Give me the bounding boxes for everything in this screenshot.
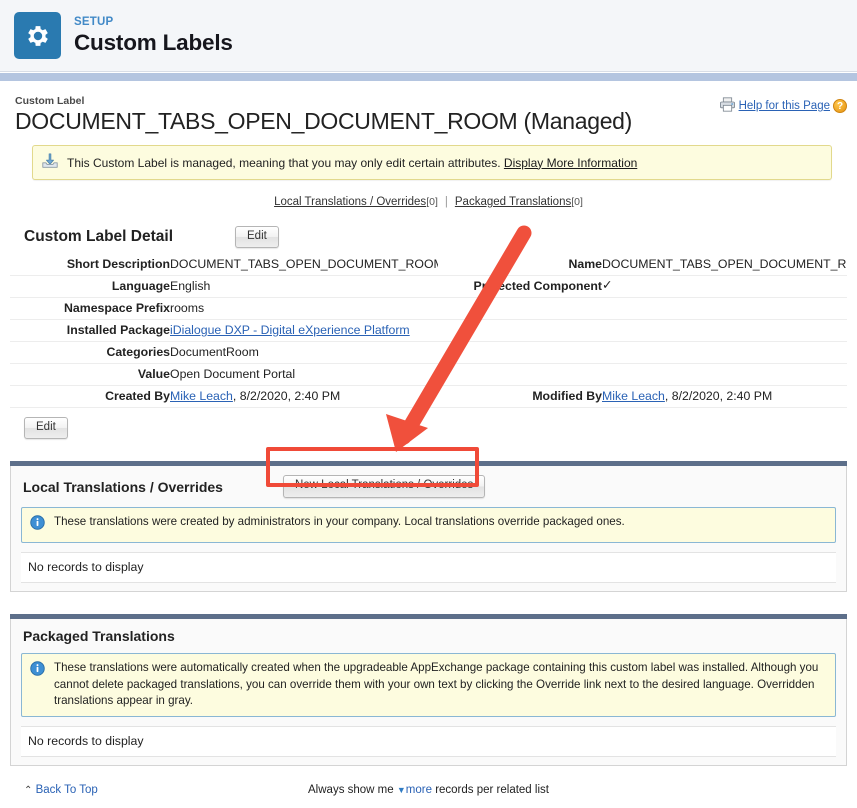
field-value-empty-5 xyxy=(602,341,847,365)
field-value-empty-3 xyxy=(602,297,847,321)
setup-header-text: SETUP Custom Labels xyxy=(74,16,233,55)
managed-banner-message: This Custom Label is managed, meaning th… xyxy=(67,155,501,170)
managed-label-banner: This Custom Label is managed, meaning th… xyxy=(32,145,832,180)
detail-row: Namespace Prefix rooms xyxy=(10,297,847,321)
packaged-translations-empty-state: No records to display xyxy=(21,726,836,758)
always-show-prefix: Always show me xyxy=(308,784,394,797)
packaged-translations-info-box: These translations were automatically cr… xyxy=(21,653,836,718)
field-value-language: English xyxy=(170,275,438,299)
field-label-created-by: Created By xyxy=(10,385,170,409)
packaged-translations-info-text: These translations were automatically cr… xyxy=(54,661,819,708)
detail-row: Value Open Document Portal xyxy=(10,363,847,387)
detail-row: Language English Protected Component ✓ xyxy=(10,275,847,299)
created-by-user-link[interactable]: Mike Leach xyxy=(170,389,233,403)
help-link-label[interactable]: Help for this Page xyxy=(739,100,830,112)
field-label-value: Value xyxy=(10,363,170,387)
triangle-down-icon[interactable]: ▼ xyxy=(397,785,406,795)
local-translations-body: Local Translations / Overrides New Local… xyxy=(10,466,847,593)
related-list-anchor-links: Local Translations / Overrides[0] | Packag… xyxy=(10,180,847,208)
field-value-name: DOCUMENT_TABS_OPEN_DOCUMENT_ROOM xyxy=(602,254,847,277)
packaged-translations-panel: Packaged Translations These translations… xyxy=(10,614,847,767)
anchor-separator: | xyxy=(444,196,448,208)
field-value-short-description: DOCUMENT_TABS_OPEN_DOCUMENT_ROOM xyxy=(170,254,438,277)
printer-icon[interactable] xyxy=(719,97,736,115)
always-show-suffix: records per related list xyxy=(435,784,549,797)
anchor-packaged-translations[interactable]: Packaged Translations xyxy=(455,196,571,208)
field-label-short-description: Short Description xyxy=(10,254,170,277)
packaged-translations-title: Packaged Translations xyxy=(23,628,175,645)
packaged-translations-body: Packaged Translations These translations… xyxy=(10,619,847,767)
modified-by-timestamp: , 8/2/2020, 2:40 PM xyxy=(664,389,773,404)
header-accent-band xyxy=(0,72,857,81)
detail-row: Created By Mike Leach, 8/2/2020, 2:40 PM… xyxy=(10,385,847,409)
packaged-translations-header: Packaged Translations xyxy=(11,619,846,654)
managed-banner-text: This Custom Label is managed, meaning th… xyxy=(67,156,637,170)
anchor-packaged-count: [0] xyxy=(571,196,583,208)
local-translations-header: Local Translations / Overrides New Local… xyxy=(11,466,846,507)
display-more-information-link[interactable]: Display More Information xyxy=(504,156,637,170)
field-value-categories: DocumentRoom xyxy=(170,341,438,365)
field-value-installed-package: iDialogue DXP - Digital eXperience Platf… xyxy=(170,319,438,343)
setup-header: SETUP Custom Labels xyxy=(0,0,857,72)
installed-package-link[interactable]: iDialogue DXP - Digital eXperience Platf… xyxy=(170,323,410,337)
field-value-modified-by: Mike Leach, 8/2/2020, 2:40 PM xyxy=(602,385,847,409)
info-circle-icon xyxy=(30,661,45,681)
local-translations-info-text: These translations were created by admin… xyxy=(54,514,625,528)
detail-footer-actions: Edit xyxy=(10,408,847,440)
custom-label-detail-header: Custom Label Detail Edit xyxy=(10,208,847,254)
field-label-installed-package: Installed Package xyxy=(10,319,170,343)
field-label-modified-by: Modified By xyxy=(438,385,602,409)
edit-button-bottom[interactable]: Edit xyxy=(24,417,68,440)
field-label-empty-3 xyxy=(438,297,602,321)
field-value-created-by: Mike Leach, 8/2/2020, 2:40 PM xyxy=(170,385,438,409)
setup-gear-tile xyxy=(14,12,61,59)
field-label-empty-6 xyxy=(438,363,602,387)
created-by-timestamp: , 8/2/2020, 2:40 PM xyxy=(232,389,341,404)
page-title: Custom Labels xyxy=(74,30,233,56)
anchor-local-count: [0] xyxy=(426,196,438,208)
detail-row: Categories DocumentRoom xyxy=(10,341,847,365)
local-translations-info-box: These translations were created by admin… xyxy=(21,506,836,544)
custom-label-detail-table: Short Description DOCUMENT_TABS_OPEN_DOC… xyxy=(10,254,847,409)
field-label-empty-5 xyxy=(438,341,602,365)
field-value-value: Open Document Portal xyxy=(170,363,438,387)
detail-row: Short Description DOCUMENT_TABS_OPEN_DOC… xyxy=(10,254,847,277)
setup-eyebrow: SETUP xyxy=(74,16,114,29)
package-install-icon xyxy=(41,152,59,173)
field-value-namespace-prefix: rooms xyxy=(170,297,438,321)
gear-icon xyxy=(24,22,52,50)
local-translations-panel: Local Translations / Overrides New Local… xyxy=(10,461,847,593)
edit-button-top[interactable]: Edit xyxy=(235,226,279,249)
more-records-link[interactable]: more xyxy=(406,784,432,796)
records-per-list-control: Always show me ▼more records per related… xyxy=(10,784,847,796)
field-value-empty-4 xyxy=(602,319,847,343)
question-mark-icon[interactable]: ? xyxy=(833,99,847,113)
detail-section-title: Custom Label Detail xyxy=(24,228,173,246)
field-label-protected-component: Protected Component xyxy=(438,275,602,299)
new-local-translations-button[interactable]: New Local Translations / Overrides xyxy=(282,475,486,498)
anchor-local-translations[interactable]: Local Translations / Overrides xyxy=(274,196,426,208)
field-label-language: Language xyxy=(10,275,170,299)
help-for-this-page[interactable]: Help for this Page ? xyxy=(719,97,847,115)
field-value-protected-component-checkmark: ✓ xyxy=(602,275,847,299)
modified-by-user-link[interactable]: Mike Leach xyxy=(602,389,665,403)
page-content: Help for this Page ? Custom Label DOCUME… xyxy=(0,92,857,808)
field-label-empty-4 xyxy=(438,319,602,343)
field-value-empty-6 xyxy=(602,363,847,387)
local-translations-title: Local Translations / Overrides xyxy=(23,478,223,495)
header-gap xyxy=(0,81,857,92)
field-label-categories: Categories xyxy=(10,341,170,365)
field-label-namespace-prefix: Namespace Prefix xyxy=(10,297,170,321)
detail-row: Installed Package iDialogue DXP - Digita… xyxy=(10,319,847,343)
field-label-name: Name xyxy=(438,254,602,277)
local-translations-empty-state: No records to display xyxy=(21,552,836,584)
info-circle-icon xyxy=(30,514,45,535)
page-footer: ⌃ Back To Top Always show me ▼more recor… xyxy=(10,780,847,808)
